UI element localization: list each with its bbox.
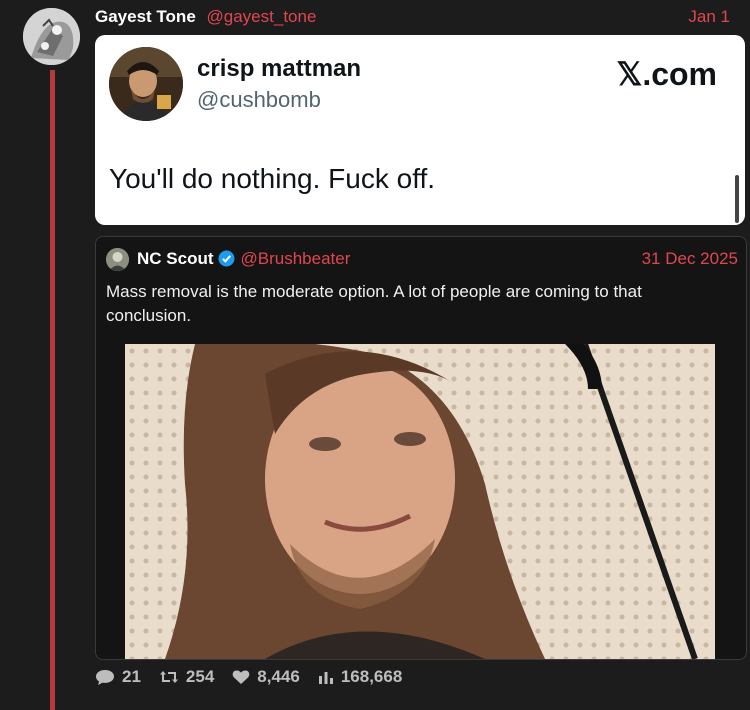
embed-author-handle: @cushbomb xyxy=(197,87,321,112)
like-count: 8,446 xyxy=(257,667,300,686)
author-handle[interactable]: @gayest_tone xyxy=(207,7,317,26)
reply-icon xyxy=(96,670,114,685)
embed-tweet-text: You'll do nothing. Fuck off. xyxy=(109,163,436,194)
like-icon xyxy=(233,670,250,684)
quoted-post-card[interactable]: NC Scout @Brushbeater 31 Dec 2025 Mass re… xyxy=(95,236,747,660)
x-logo: 𝕏.com xyxy=(616,56,717,92)
like-button[interactable]: 8,446 xyxy=(232,666,300,688)
quote-text: Mass removal is the moderate option. A l… xyxy=(106,282,642,325)
embed-scrollbar[interactable] xyxy=(735,175,739,223)
thread-line xyxy=(50,70,55,710)
author-avatar[interactable] xyxy=(23,8,80,65)
quote-avatar[interactable] xyxy=(106,248,129,271)
post-header: Gayest Tone @gayest_tone Jan 1 xyxy=(95,6,740,28)
verified-icon xyxy=(218,250,235,267)
embed-author-name: crisp mattman xyxy=(197,55,362,82)
quote-image[interactable] xyxy=(125,344,715,659)
repost-count: 254 xyxy=(185,667,215,686)
repost-icon xyxy=(159,671,178,683)
reply-count: 21 xyxy=(122,667,141,686)
embed-avatar xyxy=(109,47,183,121)
reply-button[interactable]: 21 xyxy=(95,666,141,688)
quote-author-name[interactable]: NC Scout xyxy=(137,249,214,268)
quote-author-handle[interactable]: @Brushbeater xyxy=(241,249,351,268)
views-button[interactable]: 168,668 xyxy=(318,666,402,688)
author-name[interactable]: Gayest Tone xyxy=(95,7,196,26)
embedded-tweet-card[interactable]: crisp mattman @cushbomb 𝕏.com You'll do … xyxy=(95,35,745,225)
quote-date[interactable]: 31 Dec 2025 xyxy=(642,248,738,270)
views-icon xyxy=(318,672,333,684)
post-date[interactable]: Jan 1 xyxy=(688,6,730,28)
repost-button[interactable]: 254 xyxy=(159,666,214,688)
views-count: 168,668 xyxy=(340,667,403,686)
post-actions: 21 254 8,446 168,668 xyxy=(95,666,420,688)
quote-header: NC Scout @Brushbeater xyxy=(137,248,350,270)
